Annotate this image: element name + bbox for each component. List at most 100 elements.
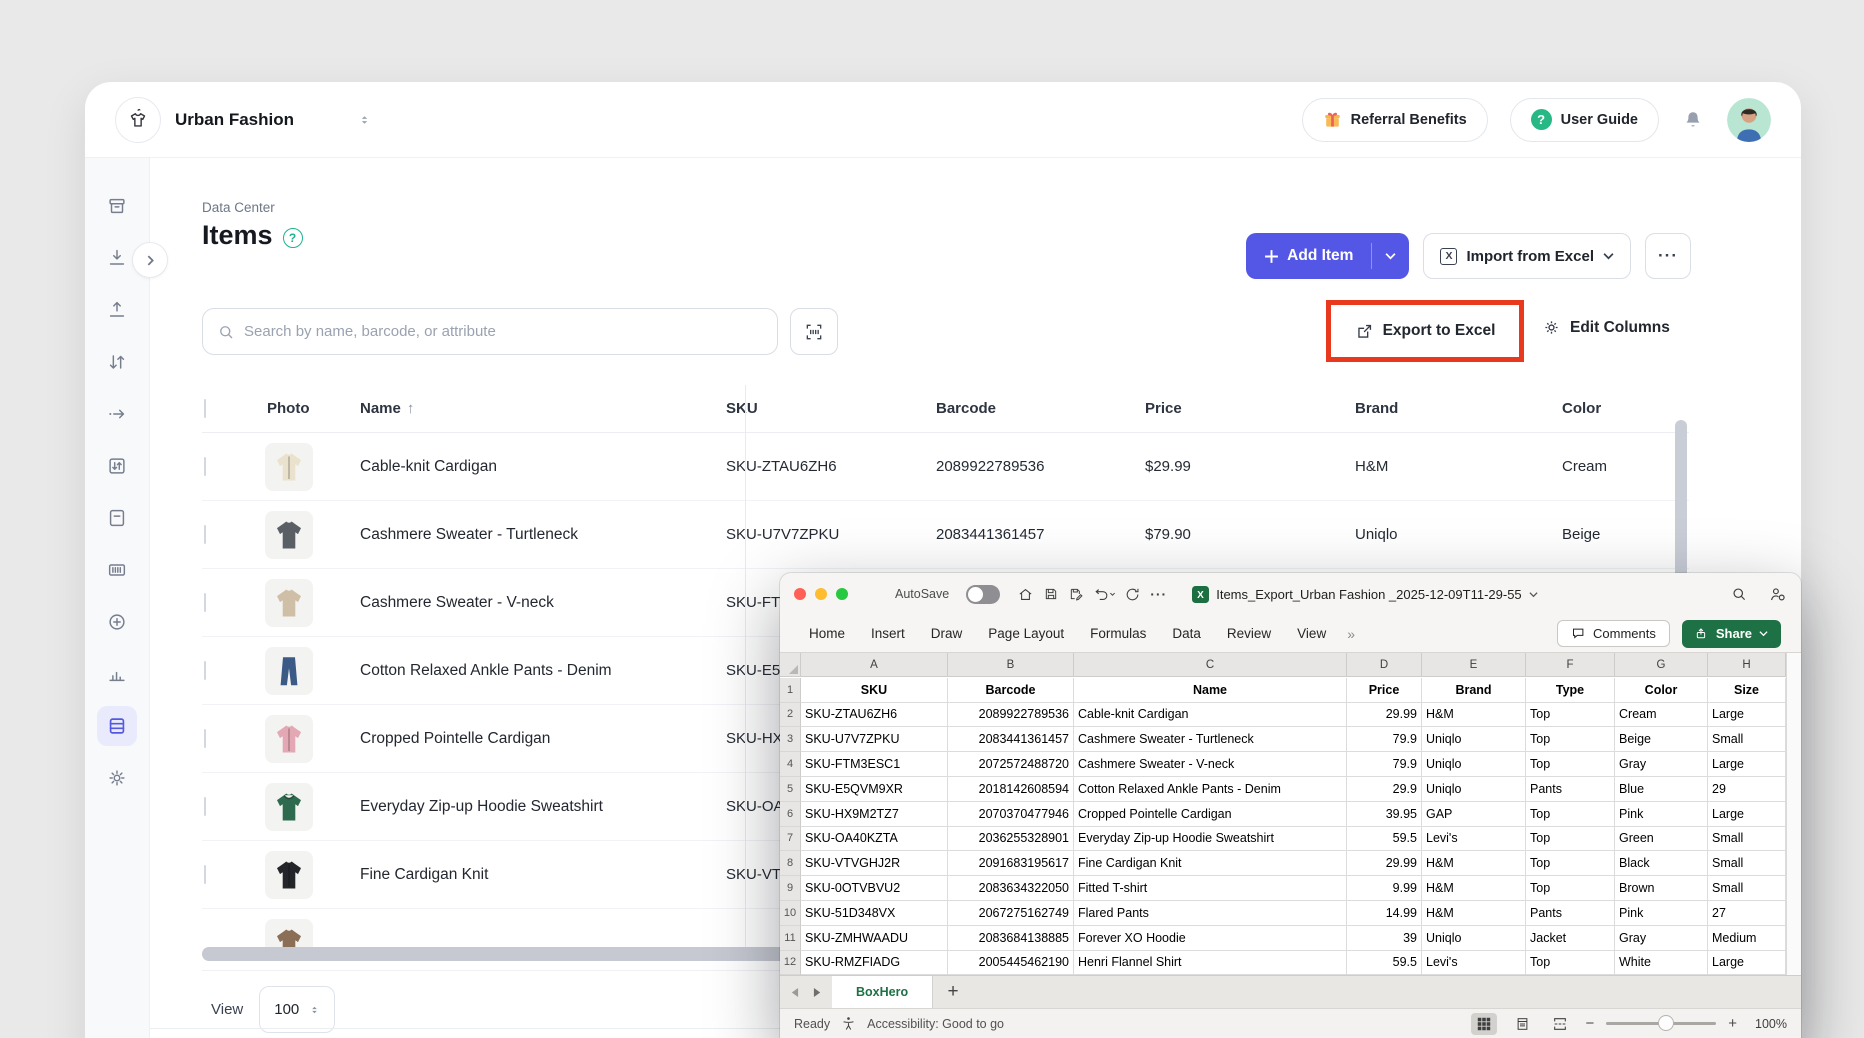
cell-G10[interactable]: Pink [1615, 901, 1708, 926]
cell-C9[interactable]: Fitted T-shirt [1074, 876, 1347, 901]
cell-A1[interactable]: SKU [801, 678, 948, 703]
cell-E12[interactable]: Levi's [1422, 951, 1526, 976]
cell-F9[interactable]: Top [1526, 876, 1615, 901]
row-checkbox[interactable] [204, 593, 206, 612]
cell-C5[interactable]: Cotton Relaxed Ankle Pants - Denim [1074, 777, 1347, 802]
cell-D12[interactable]: 59.5 [1347, 951, 1422, 976]
row-checkbox[interactable] [204, 525, 206, 544]
row-header-6[interactable]: 6 [780, 802, 801, 827]
cell-F6[interactable]: Top [1526, 802, 1615, 827]
cell-C4[interactable]: Cashmere Sweater - V-neck [1074, 752, 1347, 777]
document-title[interactable]: X Items_Export_Urban Fashion _2025-12-09… [1192, 586, 1537, 603]
export-to-excel-button[interactable]: Export to Excel [1355, 322, 1496, 341]
redo-icon[interactable] [1124, 586, 1141, 603]
sidebar-item-barcode[interactable] [97, 550, 137, 590]
sidebar-item-stocktake[interactable] [97, 446, 137, 486]
maximize-button[interactable] [836, 588, 848, 600]
save-icon[interactable] [1043, 586, 1059, 602]
cell-E1[interactable]: Brand [1422, 678, 1526, 703]
cell-G1[interactable]: Color [1615, 678, 1708, 703]
cell-A4[interactable]: SKU-FTM3ESC1 [801, 752, 948, 777]
cell-B11[interactable]: 2083684138885 [948, 926, 1074, 951]
cell-H1[interactable]: Size [1708, 678, 1786, 703]
cell-D7[interactable]: 59.5 [1347, 827, 1422, 852]
cell-B9[interactable]: 2083634322050 [948, 876, 1074, 901]
search-input[interactable] [244, 323, 763, 340]
help-icon[interactable]: ? [283, 228, 303, 248]
comments-button[interactable]: Comments [1557, 620, 1670, 647]
cell-D1[interactable]: Price [1347, 678, 1422, 703]
cell-G9[interactable]: Brown [1615, 876, 1708, 901]
row-header-1[interactable]: 1 [780, 678, 801, 703]
next-sheet-icon[interactable] [813, 987, 822, 998]
col-barcode[interactable]: Barcode [936, 400, 1145, 417]
sidebar-item-data-center[interactable] [97, 706, 137, 746]
col-sku[interactable]: SKU [693, 400, 936, 417]
col-header-H[interactable]: H [1708, 653, 1786, 677]
row-header-11[interactable]: 11 [780, 926, 801, 951]
select-all-cells[interactable] [780, 653, 801, 677]
zoom-slider-knob[interactable] [1658, 1015, 1674, 1031]
cell-B5[interactable]: 2018142608594 [948, 777, 1074, 802]
cell-A9[interactable]: SKU-0OTVBVU2 [801, 876, 948, 901]
user-guide-button[interactable]: ? User Guide [1510, 98, 1659, 142]
sidebar-item-inventory[interactable] [97, 186, 137, 226]
cell-E2[interactable]: H&M [1422, 703, 1526, 728]
cell-A3[interactable]: SKU-U7V7ZPKU [801, 727, 948, 752]
page-break-view-icon[interactable] [1547, 1013, 1573, 1035]
cell-A8[interactable]: SKU-VTVGHJ2R [801, 851, 948, 876]
cell-F10[interactable]: Pants [1526, 901, 1615, 926]
col-name[interactable]: Name↑ [360, 400, 693, 417]
workspace-logo[interactable] [115, 97, 161, 143]
cell-G7[interactable]: Green [1615, 827, 1708, 852]
cell-H5[interactable]: 29 [1708, 777, 1786, 802]
cell-C3[interactable]: Cashmere Sweater - Turtleneck [1074, 727, 1347, 752]
cell-F12[interactable]: Top [1526, 951, 1615, 976]
workspace-name[interactable]: Urban Fashion [175, 110, 294, 130]
cell-B3[interactable]: 2083441361457 [948, 727, 1074, 752]
referral-benefits-button[interactable]: Referral Benefits [1302, 98, 1488, 142]
cell-E4[interactable]: Uniqlo [1422, 752, 1526, 777]
row-header-10[interactable]: 10 [780, 901, 801, 926]
sidebar-item-stock-move[interactable] [97, 394, 137, 434]
notifications-bell-icon[interactable] [1681, 108, 1705, 132]
cell-E8[interactable]: H&M [1422, 851, 1526, 876]
edit-columns-button[interactable]: Edit Columns [1542, 318, 1670, 337]
row-header-9[interactable]: 9 [780, 876, 801, 901]
cell-D10[interactable]: 14.99 [1347, 901, 1422, 926]
cell-A11[interactable]: SKU-ZMHWAADU [801, 926, 948, 951]
cell-A2[interactable]: SKU-ZTAU6ZH6 [801, 703, 948, 728]
cell-D2[interactable]: 29.99 [1347, 703, 1422, 728]
user-avatar[interactable] [1727, 98, 1771, 142]
cell-H3[interactable]: Small [1708, 727, 1786, 752]
sheet-vertical-scrollbar[interactable] [1786, 653, 1801, 975]
cell-E11[interactable]: Uniqlo [1422, 926, 1526, 951]
col-header-G[interactable]: G [1615, 653, 1708, 677]
cell-H7[interactable]: Small [1708, 827, 1786, 852]
search-icon[interactable] [1730, 585, 1748, 604]
cell-F4[interactable]: Top [1526, 752, 1615, 777]
row-checkbox[interactable] [204, 865, 206, 884]
workspace-switcher-icon[interactable] [358, 113, 371, 127]
sidebar-item-stock-out[interactable] [97, 290, 137, 330]
save-as-icon[interactable] [1068, 586, 1084, 602]
cell-A12[interactable]: SKU-RMZFIADG [801, 951, 948, 976]
cell-D3[interactable]: 79.9 [1347, 727, 1422, 752]
page-layout-view-icon[interactable] [1509, 1013, 1535, 1035]
cell-H9[interactable]: Small [1708, 876, 1786, 901]
row-header-7[interactable]: 7 [780, 827, 801, 852]
import-from-excel-button[interactable]: X Import from Excel [1423, 233, 1631, 279]
cell-C6[interactable]: Cropped Pointelle Cardigan [1074, 802, 1347, 827]
cell-C8[interactable]: Fine Cardigan Knit [1074, 851, 1347, 876]
cell-C1[interactable]: Name [1074, 678, 1347, 703]
cell-A6[interactable]: SKU-HX9M2TZ7 [801, 802, 948, 827]
cell-D11[interactable]: 39 [1347, 926, 1422, 951]
cell-F11[interactable]: Jacket [1526, 926, 1615, 951]
minimize-button[interactable] [815, 588, 827, 600]
row-checkbox[interactable] [204, 729, 206, 748]
cell-B4[interactable]: 2072572488720 [948, 752, 1074, 777]
autosave-toggle[interactable] [966, 585, 1000, 604]
more-actions-button[interactable]: ··· [1645, 233, 1691, 279]
row-header-2[interactable]: 2 [780, 703, 801, 728]
cell-F2[interactable]: Top [1526, 703, 1615, 728]
